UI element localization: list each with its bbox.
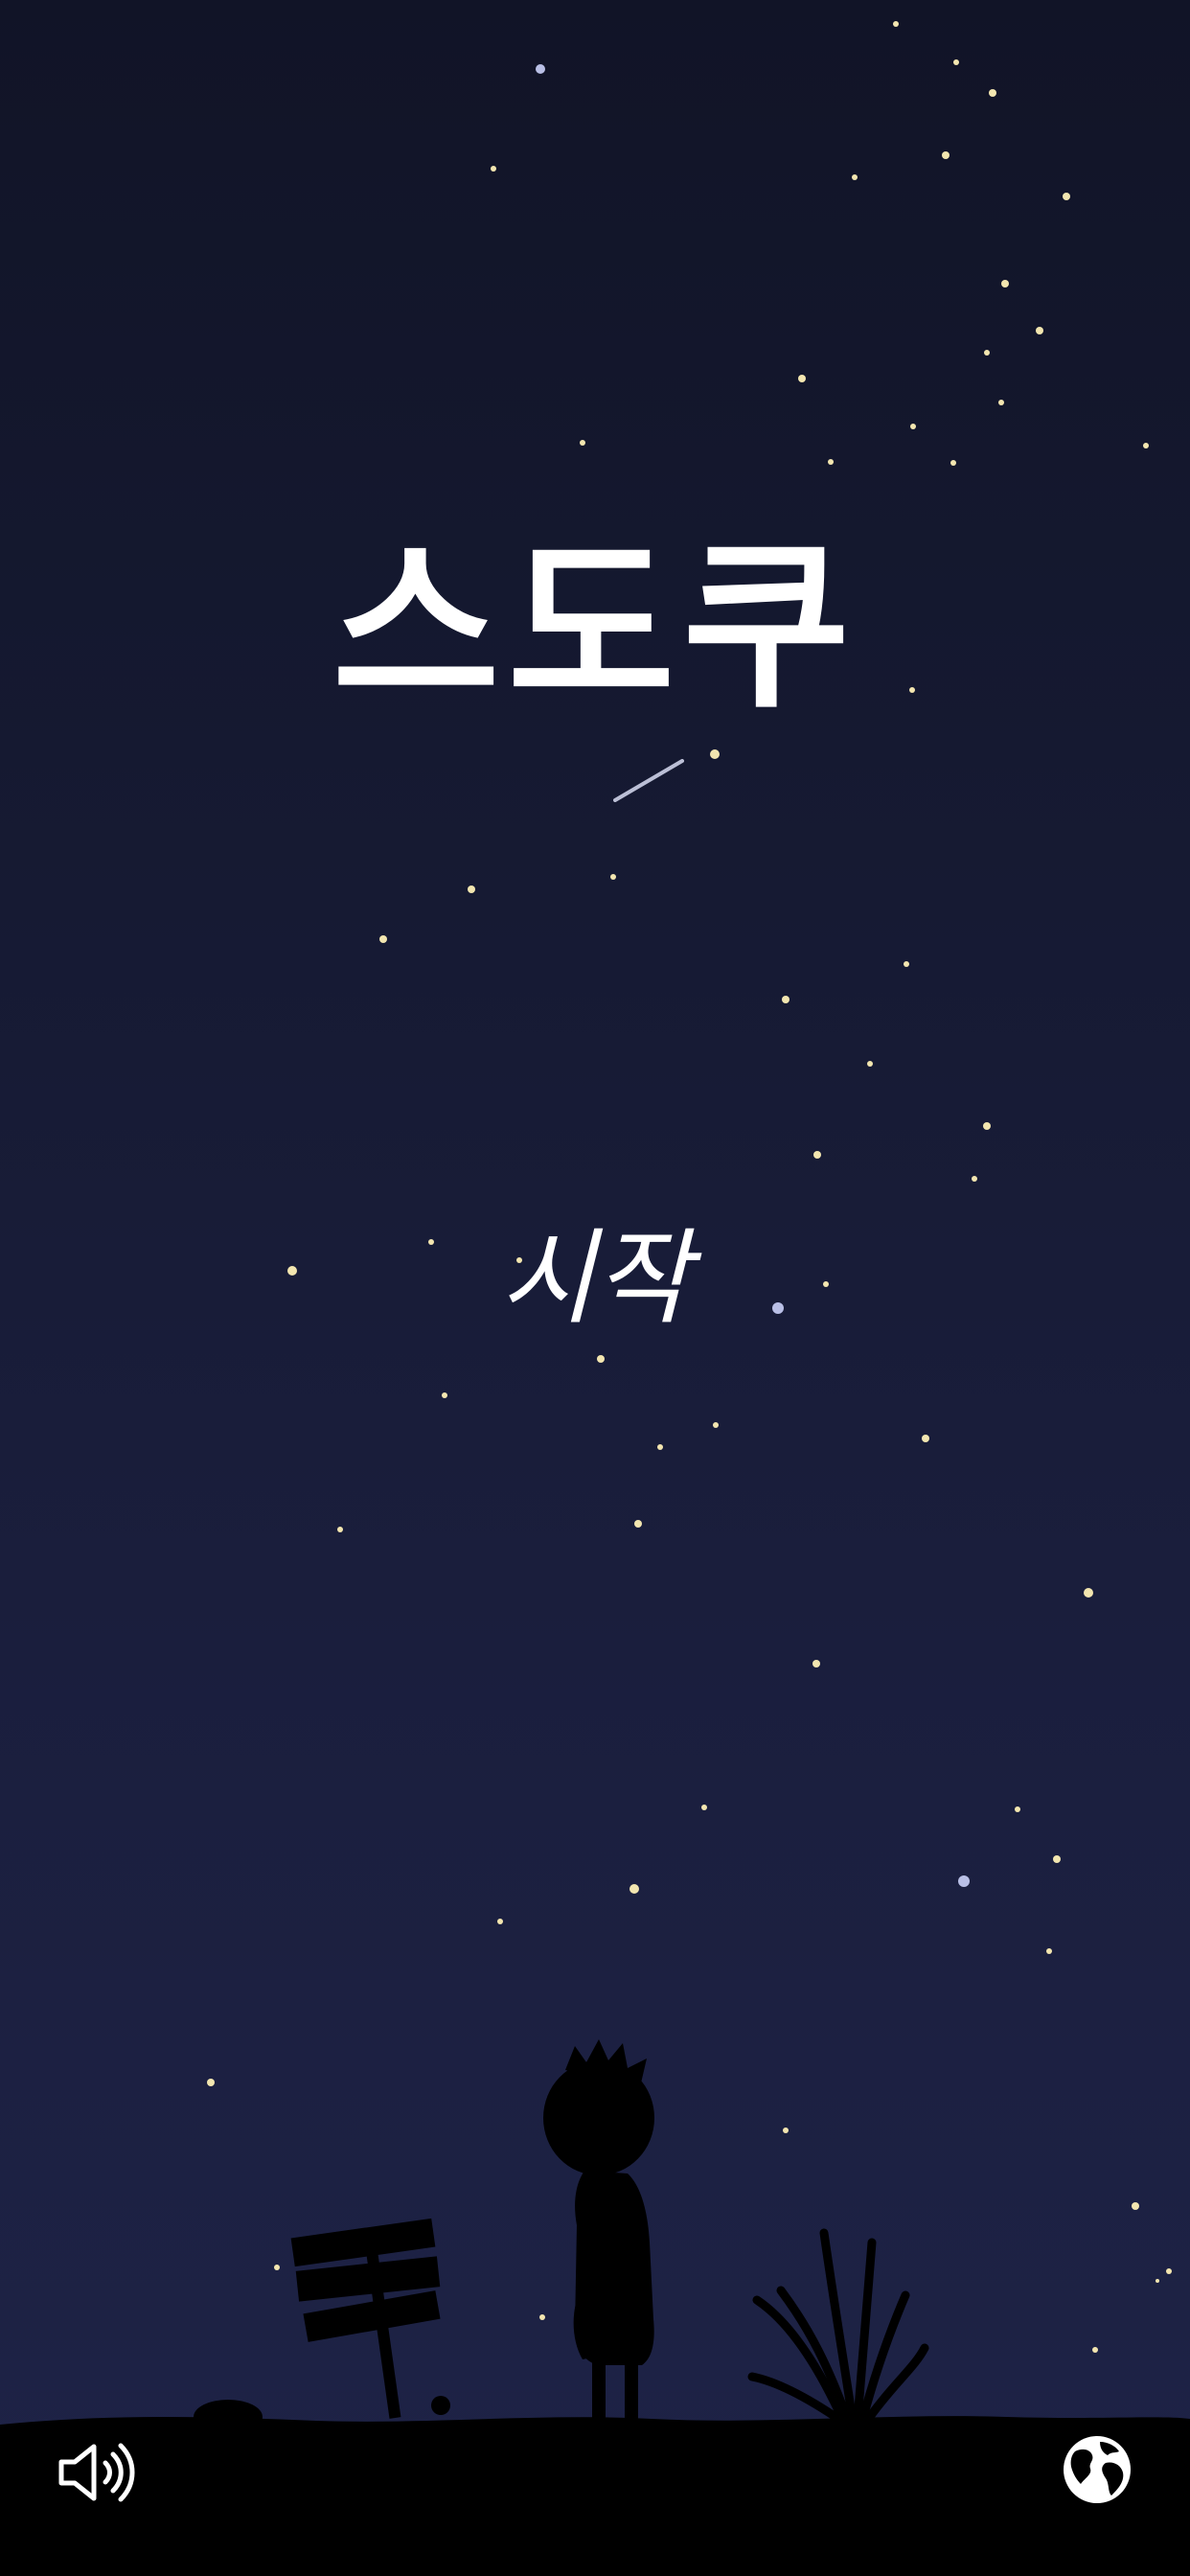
speaker-volume-icon [58, 2443, 135, 2502]
sound-button[interactable] [56, 2439, 136, 2506]
globe-icon [1064, 2436, 1131, 2503]
wooden-sign [290, 2218, 441, 2419]
boy-silhouette [543, 2039, 654, 2419]
ground [0, 2416, 1190, 2576]
shooting-star [613, 759, 684, 802]
language-button[interactable] [1062, 2434, 1133, 2505]
start-screen: 스도쿠 시작 [0, 0, 1190, 2576]
grass-tuft [747, 2228, 929, 2426]
start-button[interactable]: 시작 [451, 1212, 739, 1346]
rock [194, 2400, 263, 2434]
game-title: 스도쿠 [332, 521, 858, 733]
ground-silhouette [0, 2039, 1190, 2576]
